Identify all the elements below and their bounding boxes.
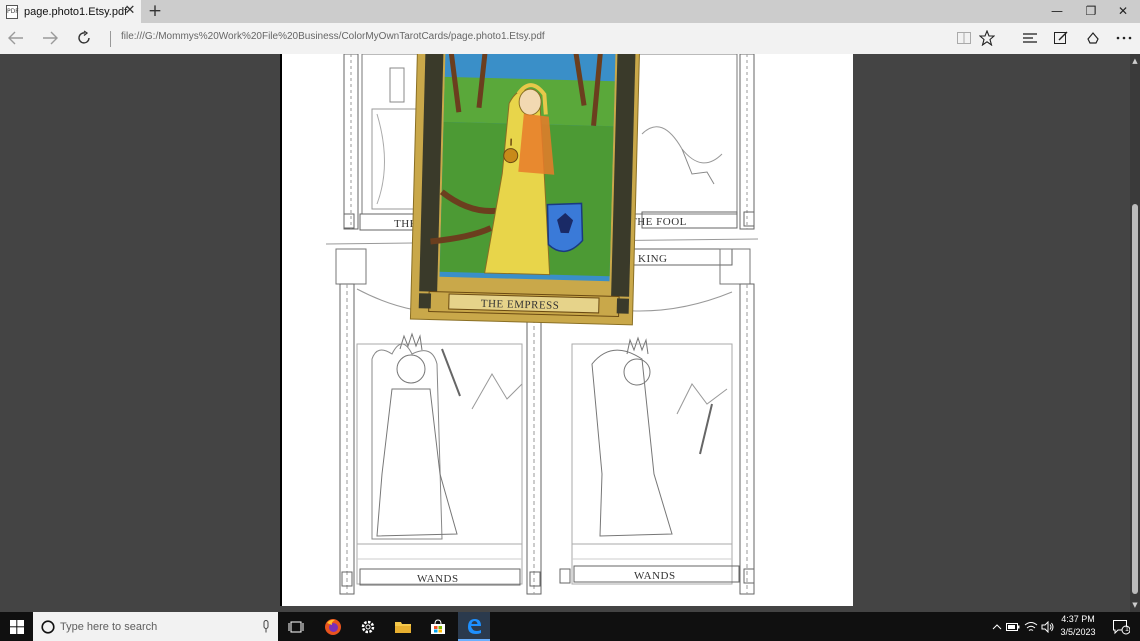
hub-icon[interactable] xyxy=(1018,26,1042,50)
share-icon[interactable] xyxy=(1081,26,1105,50)
browser-tab[interactable]: PDF page.photo1.Etsy.pdf ✕ xyxy=(0,0,141,23)
pdf-page: THE THE FOOL KING WANDS WANDS THE EMPRES… xyxy=(280,54,853,606)
microphone-icon[interactable] xyxy=(262,620,270,633)
scrollbar-thumb[interactable] xyxy=(1132,204,1138,594)
favorite-star-icon[interactable] xyxy=(975,26,999,50)
more-icon[interactable] xyxy=(1112,26,1136,50)
forward-icon[interactable] xyxy=(38,26,62,50)
vertical-scrollbar[interactable]: ▲ ▼ xyxy=(1130,54,1140,612)
close-window-button[interactable]: ✕ xyxy=(1107,0,1139,23)
taskbar: Type here to search 4:37 PM 3/5/2023 1 xyxy=(0,612,1140,641)
tarot-cards-illustration: THE THE FOOL KING WANDS WANDS THE EMPRES… xyxy=(325,54,759,595)
notification-count: 1 xyxy=(1125,626,1129,633)
taskbar-clock[interactable]: 4:37 PM 3/5/2023 xyxy=(1058,613,1098,639)
task-view-icon[interactable] xyxy=(283,612,309,641)
volume-icon[interactable] xyxy=(1040,612,1056,641)
search-placeholder: Type here to search xyxy=(60,620,158,633)
chevron-up-icon[interactable] xyxy=(990,612,1004,641)
cortana-circle-icon xyxy=(41,619,55,634)
tab-close-icon[interactable]: ✕ xyxy=(122,3,138,19)
file-explorer-icon[interactable] xyxy=(388,612,418,641)
screen: PDF page.photo1.Etsy.pdf ✕ + — ❐ ✕ file:… xyxy=(0,0,1140,641)
back-icon[interactable] xyxy=(4,26,28,50)
wifi-icon[interactable] xyxy=(1023,612,1039,641)
address-separator xyxy=(110,31,111,47)
settings-gear-icon[interactable] xyxy=(353,612,383,641)
new-tab-button[interactable]: + xyxy=(146,1,164,21)
notification-icon[interactable]: 1 xyxy=(1106,612,1136,641)
firefox-icon[interactable] xyxy=(318,612,348,641)
card-label: KING xyxy=(638,253,668,265)
card-top-right: THE FOOL xyxy=(630,54,755,230)
card-the-empress: THE EMPRESS xyxy=(409,54,641,326)
battery-icon[interactable] xyxy=(1005,612,1021,641)
tab-title: page.photo1.Etsy.pdf xyxy=(24,5,128,18)
navigation-bar: file:///G:/Mommys%20Work%20File%20Busine… xyxy=(0,23,1140,54)
scroll-up-icon[interactable]: ▲ xyxy=(1130,56,1140,66)
refresh-icon[interactable] xyxy=(72,26,96,50)
card-label: THE FOOL xyxy=(630,216,687,228)
clock-time: 4:37 PM xyxy=(1061,614,1095,624)
title-bar: PDF page.photo1.Etsy.pdf ✕ + — ❐ ✕ xyxy=(0,0,1140,23)
clock-date: 3/5/2023 xyxy=(1060,627,1096,637)
scroll-down-icon[interactable]: ▼ xyxy=(1130,600,1140,610)
card-label: THE EMPRESS xyxy=(481,298,560,312)
address-bar[interactable]: file:///G:/Mommys%20Work%20File%20Busine… xyxy=(121,31,545,42)
edge-icon[interactable] xyxy=(458,612,490,641)
pdf-viewer: THE THE FOOL KING WANDS WANDS THE EMPRES… xyxy=(0,54,1140,612)
reading-view-icon[interactable] xyxy=(952,26,976,50)
minimize-button[interactable]: — xyxy=(1041,0,1073,23)
restore-button[interactable]: ❐ xyxy=(1075,0,1107,23)
windows-start-icon[interactable] xyxy=(0,612,33,641)
store-bag-icon[interactable] xyxy=(423,612,453,641)
taskbar-search-box[interactable]: Type here to search xyxy=(33,612,278,641)
pdf-favicon-icon: PDF xyxy=(6,4,19,19)
card-label: WANDS xyxy=(417,573,459,585)
card-label: WANDS xyxy=(634,570,676,582)
web-note-icon[interactable] xyxy=(1049,26,1073,50)
